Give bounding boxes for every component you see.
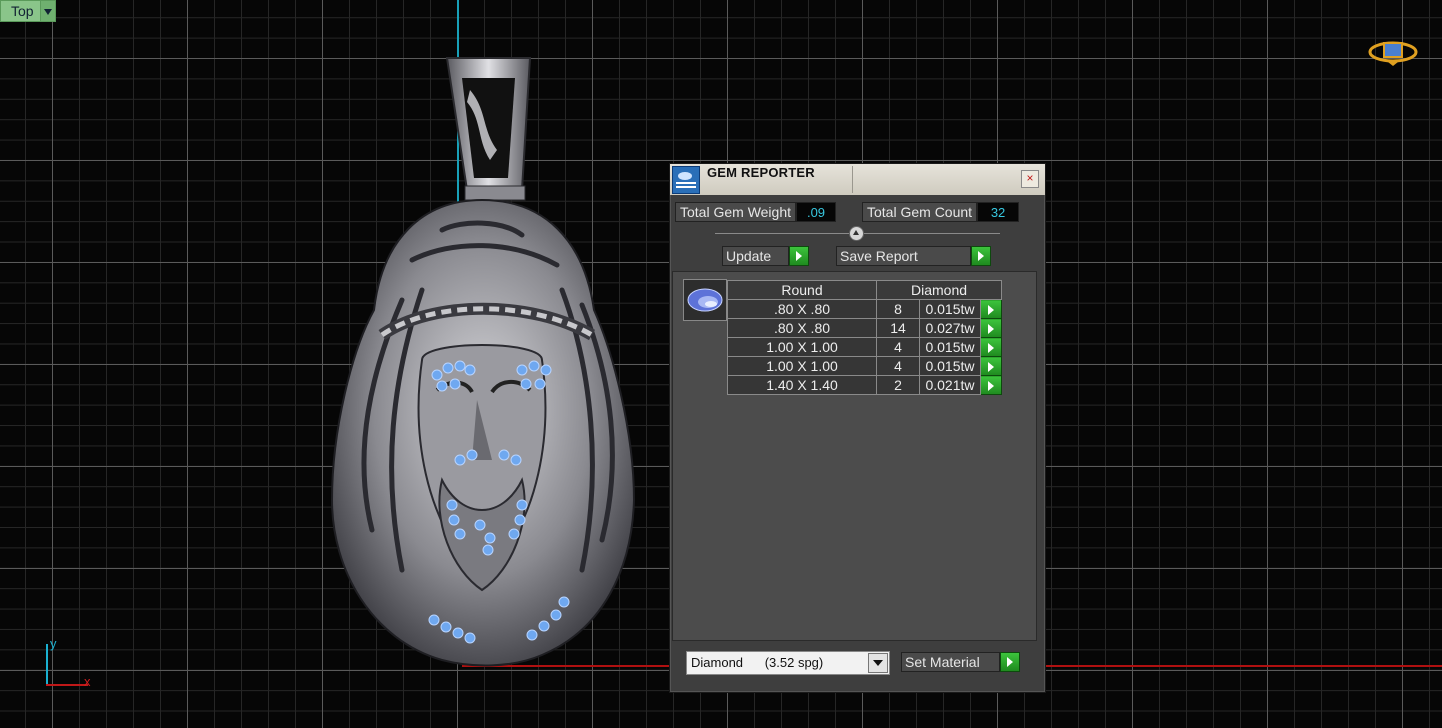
gem-weight: 0.021tw [919,375,981,395]
gem-weight: 0.015tw [919,356,981,376]
panel-title: GEM REPORTER [707,165,815,180]
save-report-button-label: Save Report [836,246,971,266]
row-go-icon[interactable] [980,318,1002,338]
total-gem-weight: Total Gem Weight .09 [675,202,837,222]
close-button[interactable]: × [1021,170,1039,188]
gem-weight: 0.015tw [919,337,981,357]
table-row[interactable]: 1.00 X 1.00 4 0.015tw [727,356,1002,376]
table-row[interactable]: 1.40 X 1.40 2 0.021tw [727,375,1002,395]
total-gem-weight-label: Total Gem Weight [675,202,797,222]
gem-size: 1.00 X 1.00 [727,356,877,376]
set-material-go-icon[interactable] [1000,652,1020,672]
gem-count: 4 [876,356,920,376]
round-gem-icon[interactable] [683,279,727,321]
collapse-toggle-icon[interactable] [849,226,864,241]
set-material-button[interactable]: Set Material [901,652,1020,672]
row-go-icon[interactable] [980,337,1002,357]
gem-size: 1.00 X 1.00 [727,337,877,357]
view-dropdown-icon[interactable] [40,0,56,22]
shape-header: Round [727,280,877,300]
gem-count: 14 [876,318,920,338]
axis-triad: y x [38,636,102,692]
gem-table: Round Diamond .80 X .80 8 0.015tw .80 X … [727,280,1002,395]
chevron-down-icon[interactable] [868,653,888,673]
gem-count: 8 [876,299,920,319]
table-row[interactable]: 1.00 X 1.00 4 0.015tw [727,337,1002,357]
row-go-icon[interactable] [980,356,1002,376]
gem-size: .80 X .80 [727,318,877,338]
triad-y-axis [46,644,48,686]
orientation-gem-icon[interactable] [1368,38,1418,66]
material-select-value: Diamond (3.52 spg) [691,655,824,670]
gem-count: 2 [876,375,920,395]
titlebar-divider [852,166,853,193]
gem-count: 4 [876,337,920,357]
update-button[interactable]: Update [722,246,809,266]
save-report-go-icon[interactable] [971,246,991,266]
material-select[interactable]: Diamond (3.52 spg) [686,651,890,675]
view-name: Top [0,0,41,22]
triad-x-label: x [84,674,91,689]
update-go-icon[interactable] [789,246,809,266]
total-gem-count: Total Gem Count 32 [862,202,1020,222]
set-material-button-label: Set Material [901,652,1000,672]
panel-titlebar[interactable]: GEM REPORTER × [670,164,1045,195]
row-go-icon[interactable] [980,375,1002,395]
update-button-label: Update [722,246,789,266]
table-row[interactable]: .80 X .80 14 0.027tw [727,318,1002,338]
view-selector[interactable]: Top [0,0,56,22]
row-go-icon[interactable] [980,299,1002,319]
gem-weight: 0.015tw [919,299,981,319]
total-gem-count-label: Total Gem Count [862,202,978,222]
gem-table-header: Round Diamond [727,280,1002,300]
gem-reporter-app-icon [672,166,700,194]
gem-list-area: Round Diamond .80 X .80 8 0.015tw .80 X … [672,271,1037,641]
gem-size: 1.40 X 1.40 [727,375,877,395]
gem-reporter-panel: GEM REPORTER × Total Gem Weight .09 Tota… [669,163,1046,693]
total-gem-weight-value: .09 [796,202,837,222]
gem-size: .80 X .80 [727,299,877,319]
triad-y-label: y [50,636,57,651]
triad-x-axis [46,684,88,686]
pendant-model[interactable] [312,50,652,670]
save-report-button[interactable]: Save Report [836,246,991,266]
gem-weight: 0.027tw [919,318,981,338]
material-header: Diamond [876,280,1002,300]
total-gem-count-value: 32 [977,202,1020,222]
table-row[interactable]: .80 X .80 8 0.015tw [727,299,1002,319]
